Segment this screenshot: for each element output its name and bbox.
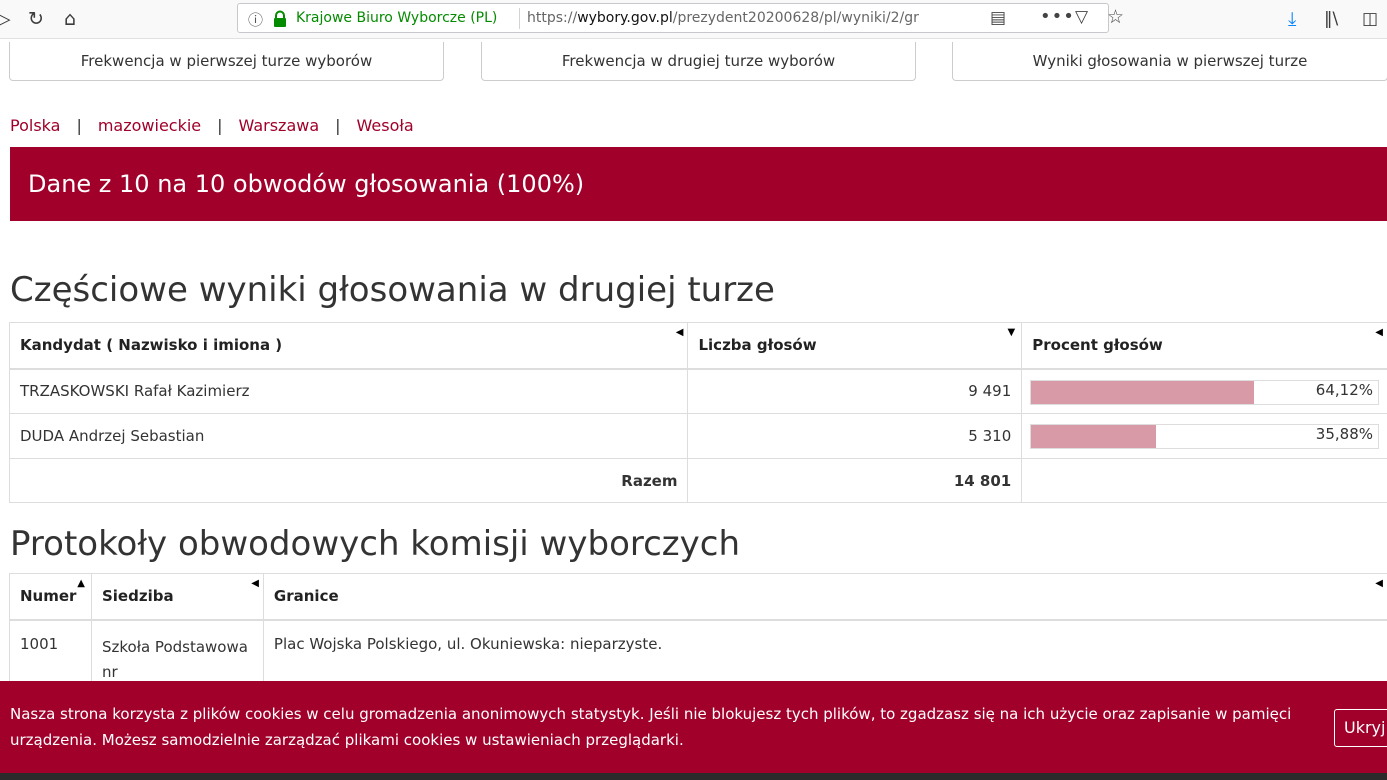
reader-view-icon[interactable]: ▤: [990, 8, 1006, 28]
breadcrumb-warszawa[interactable]: Warszawa: [239, 116, 320, 135]
lock-icon: [274, 10, 286, 27]
tab-turnout-second-round[interactable]: Frekwencja w drugiej turze wyborów: [481, 42, 916, 81]
sort-left-icon: ◀: [251, 578, 259, 589]
table-row: TRZASKOWSKI Rafał Kazimierz 9 491 64,12%: [8, 368, 1387, 414]
site-identity[interactable]: Krajowe Biuro Wyborcze (PL): [296, 10, 497, 26]
column-candidate[interactable]: Kandydat ( Nazwisko i imiona ) ◀: [8, 322, 689, 370]
sort-left-icon: ◀: [1375, 327, 1383, 338]
sort-down-icon: ▼: [1007, 327, 1016, 338]
more-actions-icon[interactable]: •••: [1040, 6, 1075, 27]
vote-percent-cell: 64,12%: [1021, 368, 1387, 414]
table-row: 1001 Szkoła Podstawowa nr Plac Wojska Po…: [9, 619, 1387, 690]
results-header-row: Kandydat ( Nazwisko i imiona ) ◀ Liczba g…: [8, 322, 1387, 370]
cookie-text: Nasza strona korzysta z plików cookies w…: [10, 705, 1292, 749]
vote-percent-cell: 35,88%: [1021, 413, 1387, 459]
tab-results-first-round[interactable]: Wyniki głosowania w pierwszej turze: [952, 42, 1387, 81]
vote-count: 9 491: [687, 368, 1023, 414]
total-label: Razem: [8, 458, 689, 503]
info-icon[interactable]: ⓘ: [248, 9, 263, 30]
bottom-strip: [0, 773, 1387, 780]
total-votes: 14 801: [687, 458, 1023, 503]
results-table: Kandydat ( Nazwisko i imiona ) ◀ Liczba g…: [8, 322, 1387, 503]
column-percent[interactable]: Procent głosów ◀: [1021, 322, 1387, 370]
home-icon[interactable]: ⌂: [64, 0, 76, 38]
protocol-seat: Szkoła Podstawowa nr: [90, 619, 264, 690]
address-bar[interactable]: ⓘ Krajowe Biuro Wyborcze (PL) https://wy…: [237, 3, 1124, 33]
protocols-heading: Protokoły obwodowych komisji wyborczych: [10, 524, 741, 564]
candidate-name: TRZASKOWSKI Rafał Kazimierz: [8, 368, 689, 414]
percent-bar-fill: [1031, 425, 1156, 448]
percent-bar-fill: [1031, 380, 1254, 404]
reload-icon[interactable]: ↻: [28, 0, 44, 38]
total-empty-cell: [1021, 458, 1387, 503]
column-granice[interactable]: Granice ◀: [262, 573, 1387, 621]
breadcrumb-wesola[interactable]: Wesoła: [357, 116, 414, 135]
forward-icon[interactable]: ▷: [0, 0, 11, 38]
results-heading: Częściowe wyniki głosowania w drugiej tu…: [10, 270, 775, 310]
protocols-table: Numer ▲ Siedziba ◀ Granice ◀ 1001 Szkoła Po…: [9, 573, 1387, 690]
sidebar-icon[interactable]: ◫: [1362, 0, 1378, 38]
url-text[interactable]: https://wybory.gov.pl/prezydent20200628/…: [527, 10, 957, 26]
cookie-banner: Nasza strona korzysta z plików cookies w…: [0, 681, 1387, 773]
total-row: Razem 14 801: [8, 458, 1387, 503]
browser-toolbar: ▷ ↻ ⌂ ⓘ Krajowe Biuro Wyborcze (PL) http…: [0, 0, 1387, 39]
protocol-boundaries: Plac Wojska Polskiego, ul. Okuniewska: n…: [262, 619, 1387, 690]
sort-up-icon: ▲: [77, 578, 85, 589]
column-numer[interactable]: Numer ▲: [9, 573, 92, 621]
sort-left-icon: ◀: [675, 327, 684, 338]
breadcrumb-mazowieckie[interactable]: mazowieckie: [98, 116, 201, 135]
tab-turnout-first-round[interactable]: Frekwencja w pierwszej turze wyborów: [9, 42, 444, 81]
url-separator: [519, 8, 520, 29]
breadcrumb-separator: |: [335, 116, 341, 135]
vote-percent: 64,12%: [1315, 380, 1373, 399]
bookmark-star-icon[interactable]: ☆: [1107, 6, 1124, 28]
downloads-icon[interactable]: ⤓: [1288, 0, 1296, 38]
column-votes[interactable]: Liczba głosów ▼: [687, 322, 1023, 370]
candidate-name: DUDA Andrzej Sebastian: [8, 413, 689, 459]
pocket-icon[interactable]: ▽: [1075, 7, 1088, 27]
breadcrumb-separator: |: [217, 116, 223, 135]
hide-cookie-button[interactable]: Ukryj: [1334, 709, 1387, 747]
breadcrumb: Polska | mazowieckie | Warszawa | Wesoła: [10, 116, 414, 135]
vote-percent: 35,88%: [1315, 425, 1373, 443]
vote-count: 5 310: [687, 413, 1023, 459]
column-siedziba[interactable]: Siedziba ◀: [90, 573, 264, 621]
data-status-banner: Dane z 10 na 10 obwodów głosowania (100%…: [10, 147, 1387, 221]
protocols-header-row: Numer ▲ Siedziba ◀ Granice ◀: [9, 573, 1387, 621]
library-icon[interactable]: ‖\: [1324, 0, 1338, 38]
breadcrumb-separator: |: [76, 116, 82, 135]
breadcrumb-polska[interactable]: Polska: [10, 116, 60, 135]
protocol-number: 1001: [9, 619, 92, 690]
table-row: DUDA Andrzej Sebastian 5 310 35,88%: [8, 413, 1387, 459]
sort-left-icon: ◀: [1375, 578, 1383, 589]
